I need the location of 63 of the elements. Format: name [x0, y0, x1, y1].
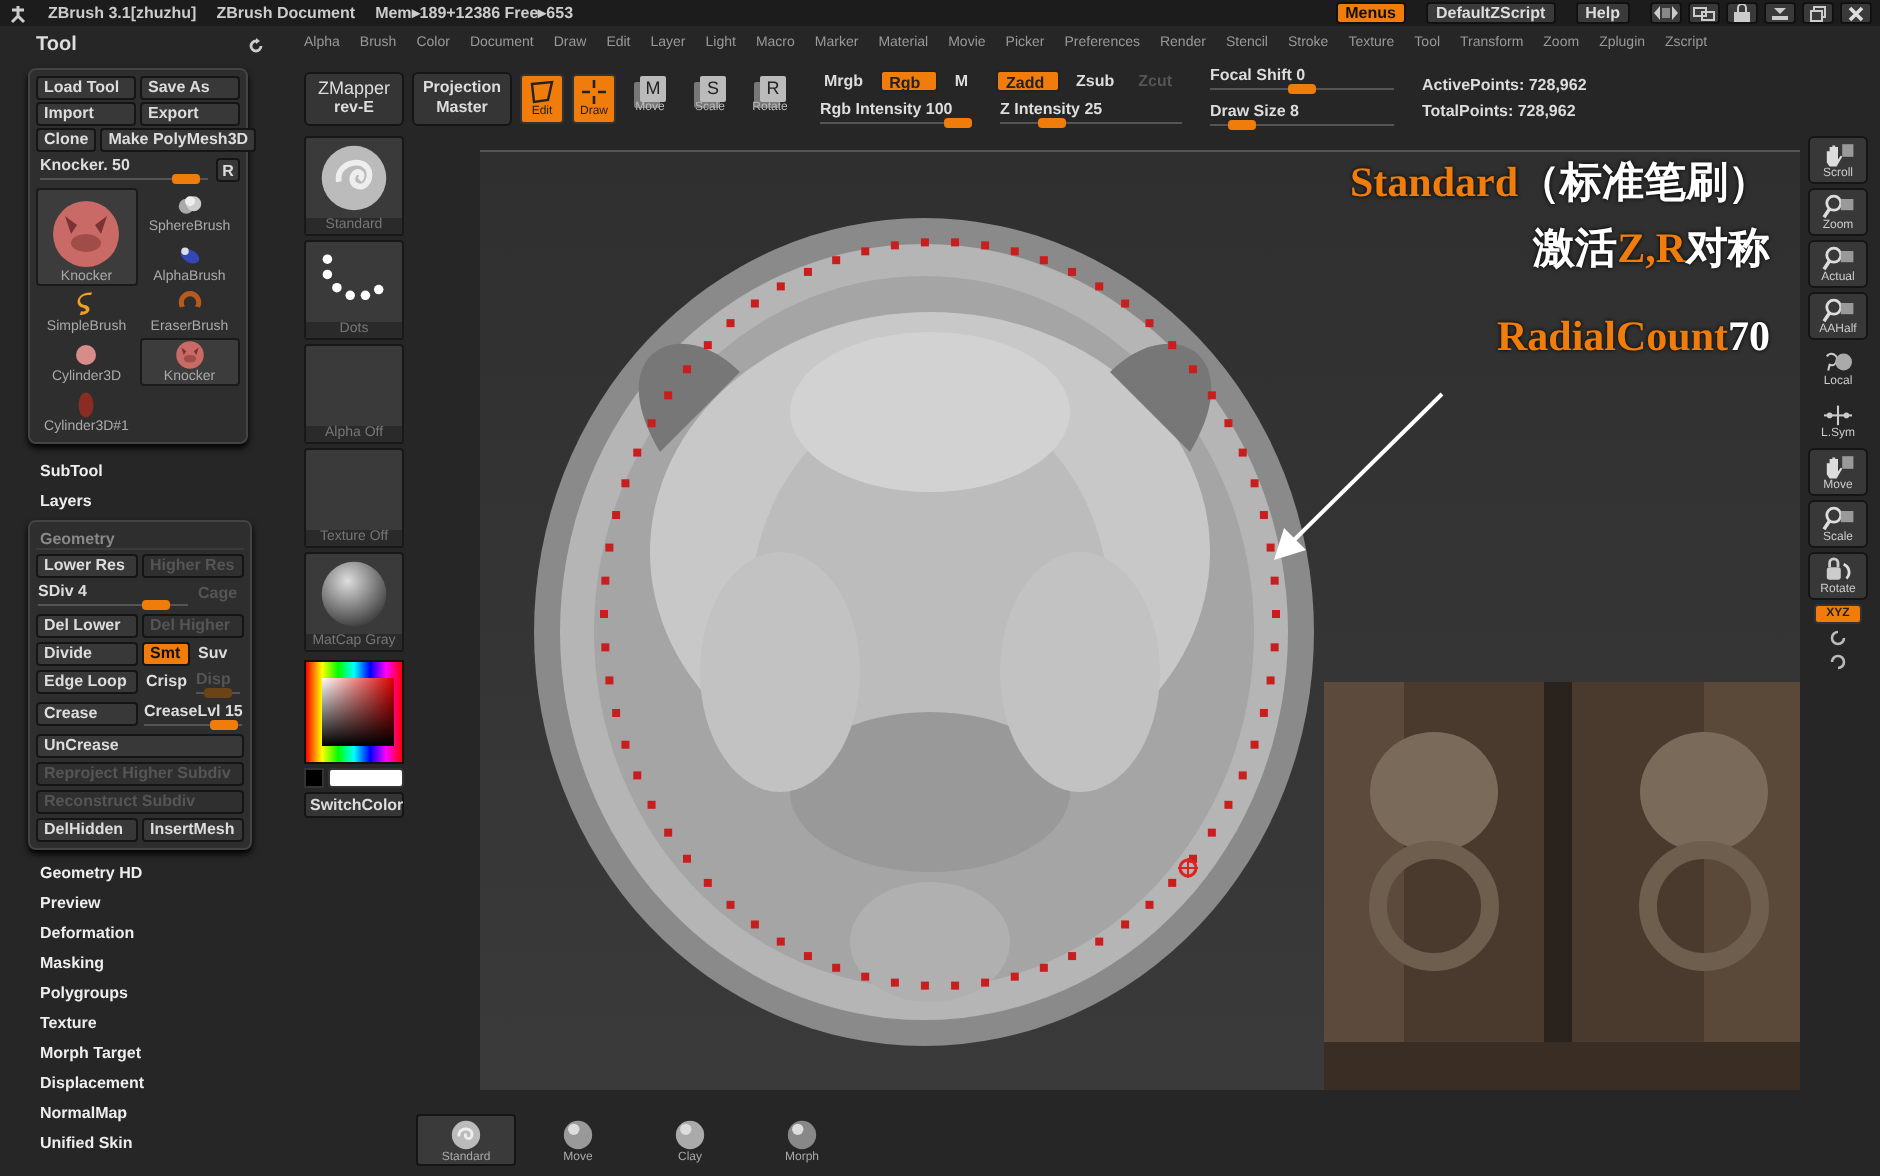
- palette-title: Tool: [36, 34, 77, 56]
- toggle-button[interactable]: Rgb: [879, 69, 939, 91]
- point-count: ActivePoints: 728,962: [1422, 76, 1587, 94]
- slider-label: CreaseLvl 15: [144, 702, 242, 720]
- document-title: ZBrush Document: [216, 4, 356, 22]
- annotation-text: 对称: [1686, 224, 1770, 272]
- geometry-button[interactable]: Crease: [36, 702, 138, 726]
- zmapper-button[interactable]: ZMapper rev-E: [304, 71, 404, 125]
- app-title: ZBrush 3.1[zhuzhu]: [48, 4, 197, 22]
- slider-label: Draw Size 8: [1210, 102, 1301, 120]
- memory-readout: Mem▸189+12386 Free▸653: [375, 4, 574, 22]
- section-header[interactable]: Polygroups: [8, 978, 284, 1008]
- slider-label: Focal Shift 0: [1210, 66, 1308, 84]
- annotation-text: Standard: [1349, 158, 1518, 206]
- palette-button[interactable]: Save As: [140, 76, 240, 100]
- geometry-button[interactable]: Edge Loop: [36, 670, 138, 694]
- geometry-button[interactable]: UnCrease: [36, 734, 244, 758]
- toggle-option[interactable]: Suv: [194, 642, 242, 666]
- section-header[interactable]: NormalMap: [8, 1098, 284, 1128]
- annotation-text: RadialCount: [1496, 312, 1728, 360]
- toggle-button[interactable]: Mrgb: [816, 69, 872, 91]
- geometry-button[interactable]: Smt: [142, 642, 190, 666]
- palette-button[interactable]: Import: [36, 102, 136, 126]
- palette-button[interactable]: Make PolyMesh3D: [100, 128, 257, 152]
- section-header[interactable]: Layers: [8, 486, 284, 516]
- annotation-text: （标准笔刷）: [1518, 158, 1770, 206]
- palette-button[interactable]: Clone: [36, 128, 97, 152]
- toggle-button[interactable]: M: [946, 69, 976, 91]
- section-header[interactable]: Geometry HD: [8, 858, 284, 888]
- section-header[interactable]: Preview: [8, 888, 284, 918]
- palette-button[interactable]: Export: [140, 102, 240, 126]
- title-bar-button[interactable]: Help: [1575, 2, 1630, 24]
- geometry-button[interactable]: Divide: [36, 642, 138, 666]
- slider-label: Knocker. 50: [40, 156, 132, 174]
- toggle-button[interactable]: Zadd: [996, 69, 1060, 91]
- annotation-text: 激活: [1533, 224, 1618, 272]
- switch-color-button[interactable]: SwitchColor: [304, 792, 404, 818]
- point-count: TotalPoints: 728,962: [1422, 102, 1578, 120]
- section-header[interactable]: Masking: [8, 948, 284, 978]
- title-bar-button[interactable]: DefaultZScript: [1425, 2, 1556, 24]
- projection-master-button[interactable]: Projection Master: [412, 71, 512, 125]
- section-header[interactable]: Displacement: [8, 1068, 284, 1098]
- panel-title: Geometry: [36, 528, 244, 550]
- reset-button[interactable]: R: [216, 158, 240, 182]
- geometry-button[interactable]: Lower Res: [36, 554, 138, 578]
- geometry-button[interactable]: DelHidden: [36, 818, 138, 842]
- palette-button[interactable]: Load Tool: [36, 76, 136, 100]
- annotation-text: 70: [1728, 312, 1770, 360]
- geometry-button[interactable]: InsertMesh: [142, 818, 244, 842]
- section-header[interactable]: Deformation: [8, 918, 284, 948]
- slider-label: Z Intensity 25: [1000, 99, 1105, 117]
- section-header[interactable]: SubTool: [8, 456, 284, 486]
- section-header[interactable]: Texture: [8, 1008, 284, 1038]
- toggle-option[interactable]: Crisp: [142, 670, 190, 694]
- section-header[interactable]: Unified Skin: [8, 1128, 284, 1158]
- slider-label: Rgb Intensity 100: [820, 99, 955, 117]
- canvas[interactable]: Standard（标准笔刷） 激活Z,R对称 RadialCount70: [480, 150, 1800, 1090]
- title-bar-button[interactable]: Menus: [1335, 2, 1406, 24]
- annotation-text: Z,R: [1617, 224, 1686, 272]
- slider-label: SDiv 4: [38, 582, 89, 600]
- section-header[interactable]: Morph Target: [8, 1038, 284, 1068]
- geometry-button[interactable]: Del Lower: [36, 614, 138, 638]
- toggle-button[interactable]: Zsub: [1068, 69, 1123, 91]
